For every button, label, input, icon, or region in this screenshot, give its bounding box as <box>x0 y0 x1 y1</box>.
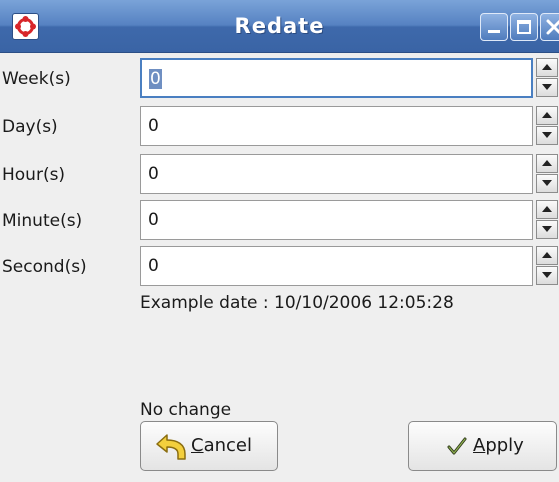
weeks-row: Week(s) 0 <box>0 56 559 102</box>
apply-button-label: Apply <box>473 435 524 456</box>
title-bar[interactable]: Redate <box>0 0 559 53</box>
checkmark-icon <box>447 436 467 461</box>
minutes-value: 0 <box>148 210 159 230</box>
weeks-value: 0 <box>149 69 162 89</box>
weeks-input[interactable]: 0 <box>140 58 533 98</box>
undo-icon <box>153 432 189 467</box>
weeks-decrement[interactable] <box>536 78 558 97</box>
arrow-down-icon <box>542 132 552 138</box>
redate-dialog: Redate Week(s) 0 Day(s) 0 Hour(s) 0 Minu… <box>0 0 559 482</box>
arrow-up-icon <box>542 252 552 258</box>
arrow-up-icon <box>542 206 552 212</box>
minutes-decrement[interactable] <box>536 220 558 239</box>
seconds-increment[interactable] <box>536 246 558 265</box>
close-icon <box>546 19 559 35</box>
cancel-button[interactable]: Cancel <box>140 421 278 471</box>
hours-decrement[interactable] <box>536 174 558 193</box>
seconds-stepper[interactable] <box>536 246 559 286</box>
seconds-decrement[interactable] <box>536 266 558 285</box>
maximize-button[interactable] <box>510 13 538 41</box>
hours-stepper[interactable] <box>536 154 559 194</box>
days-stepper[interactable] <box>536 106 559 146</box>
arrow-down-icon <box>542 226 552 232</box>
hours-label: Hour(s) <box>2 165 66 185</box>
cancel-button-label: Cancel <box>191 435 252 456</box>
example-date-text: Example date : 10/10/2006 12:05:28 <box>140 293 454 313</box>
seconds-input[interactable]: 0 <box>140 246 533 286</box>
days-label: Day(s) <box>2 117 58 137</box>
hours-value: 0 <box>148 164 159 184</box>
seconds-row: Second(s) 0 <box>0 244 559 290</box>
minutes-increment[interactable] <box>536 200 558 219</box>
weeks-label: Week(s) <box>2 69 71 89</box>
hours-input[interactable]: 0 <box>140 154 533 194</box>
apply-button[interactable]: Apply <box>408 421 557 471</box>
seconds-label: Second(s) <box>2 257 87 277</box>
arrow-down-icon <box>542 272 552 278</box>
minimize-icon <box>488 30 500 33</box>
minutes-stepper[interactable] <box>536 200 559 240</box>
arrow-up-icon <box>542 112 552 118</box>
hours-row: Hour(s) 0 <box>0 152 559 198</box>
arrow-down-icon <box>542 180 552 186</box>
minutes-label: Minute(s) <box>2 211 83 231</box>
days-decrement[interactable] <box>536 126 558 145</box>
window-title: Redate <box>234 14 325 38</box>
maximize-icon <box>517 20 531 34</box>
arrow-down-icon <box>542 84 552 90</box>
weeks-increment[interactable] <box>536 58 558 77</box>
days-row: Day(s) 0 <box>0 104 559 150</box>
days-value: 0 <box>148 116 159 136</box>
days-increment[interactable] <box>536 106 558 125</box>
minimize-button[interactable] <box>480 13 508 41</box>
days-input[interactable]: 0 <box>140 106 533 146</box>
close-button[interactable] <box>540 13 559 41</box>
seconds-value: 0 <box>148 256 159 276</box>
hours-increment[interactable] <box>536 154 558 173</box>
arrow-up-icon <box>542 160 552 166</box>
arrow-up-icon <box>542 64 552 70</box>
minutes-row: Minute(s) 0 <box>0 198 559 244</box>
minutes-input[interactable]: 0 <box>140 200 533 240</box>
weeks-stepper[interactable] <box>536 58 559 98</box>
